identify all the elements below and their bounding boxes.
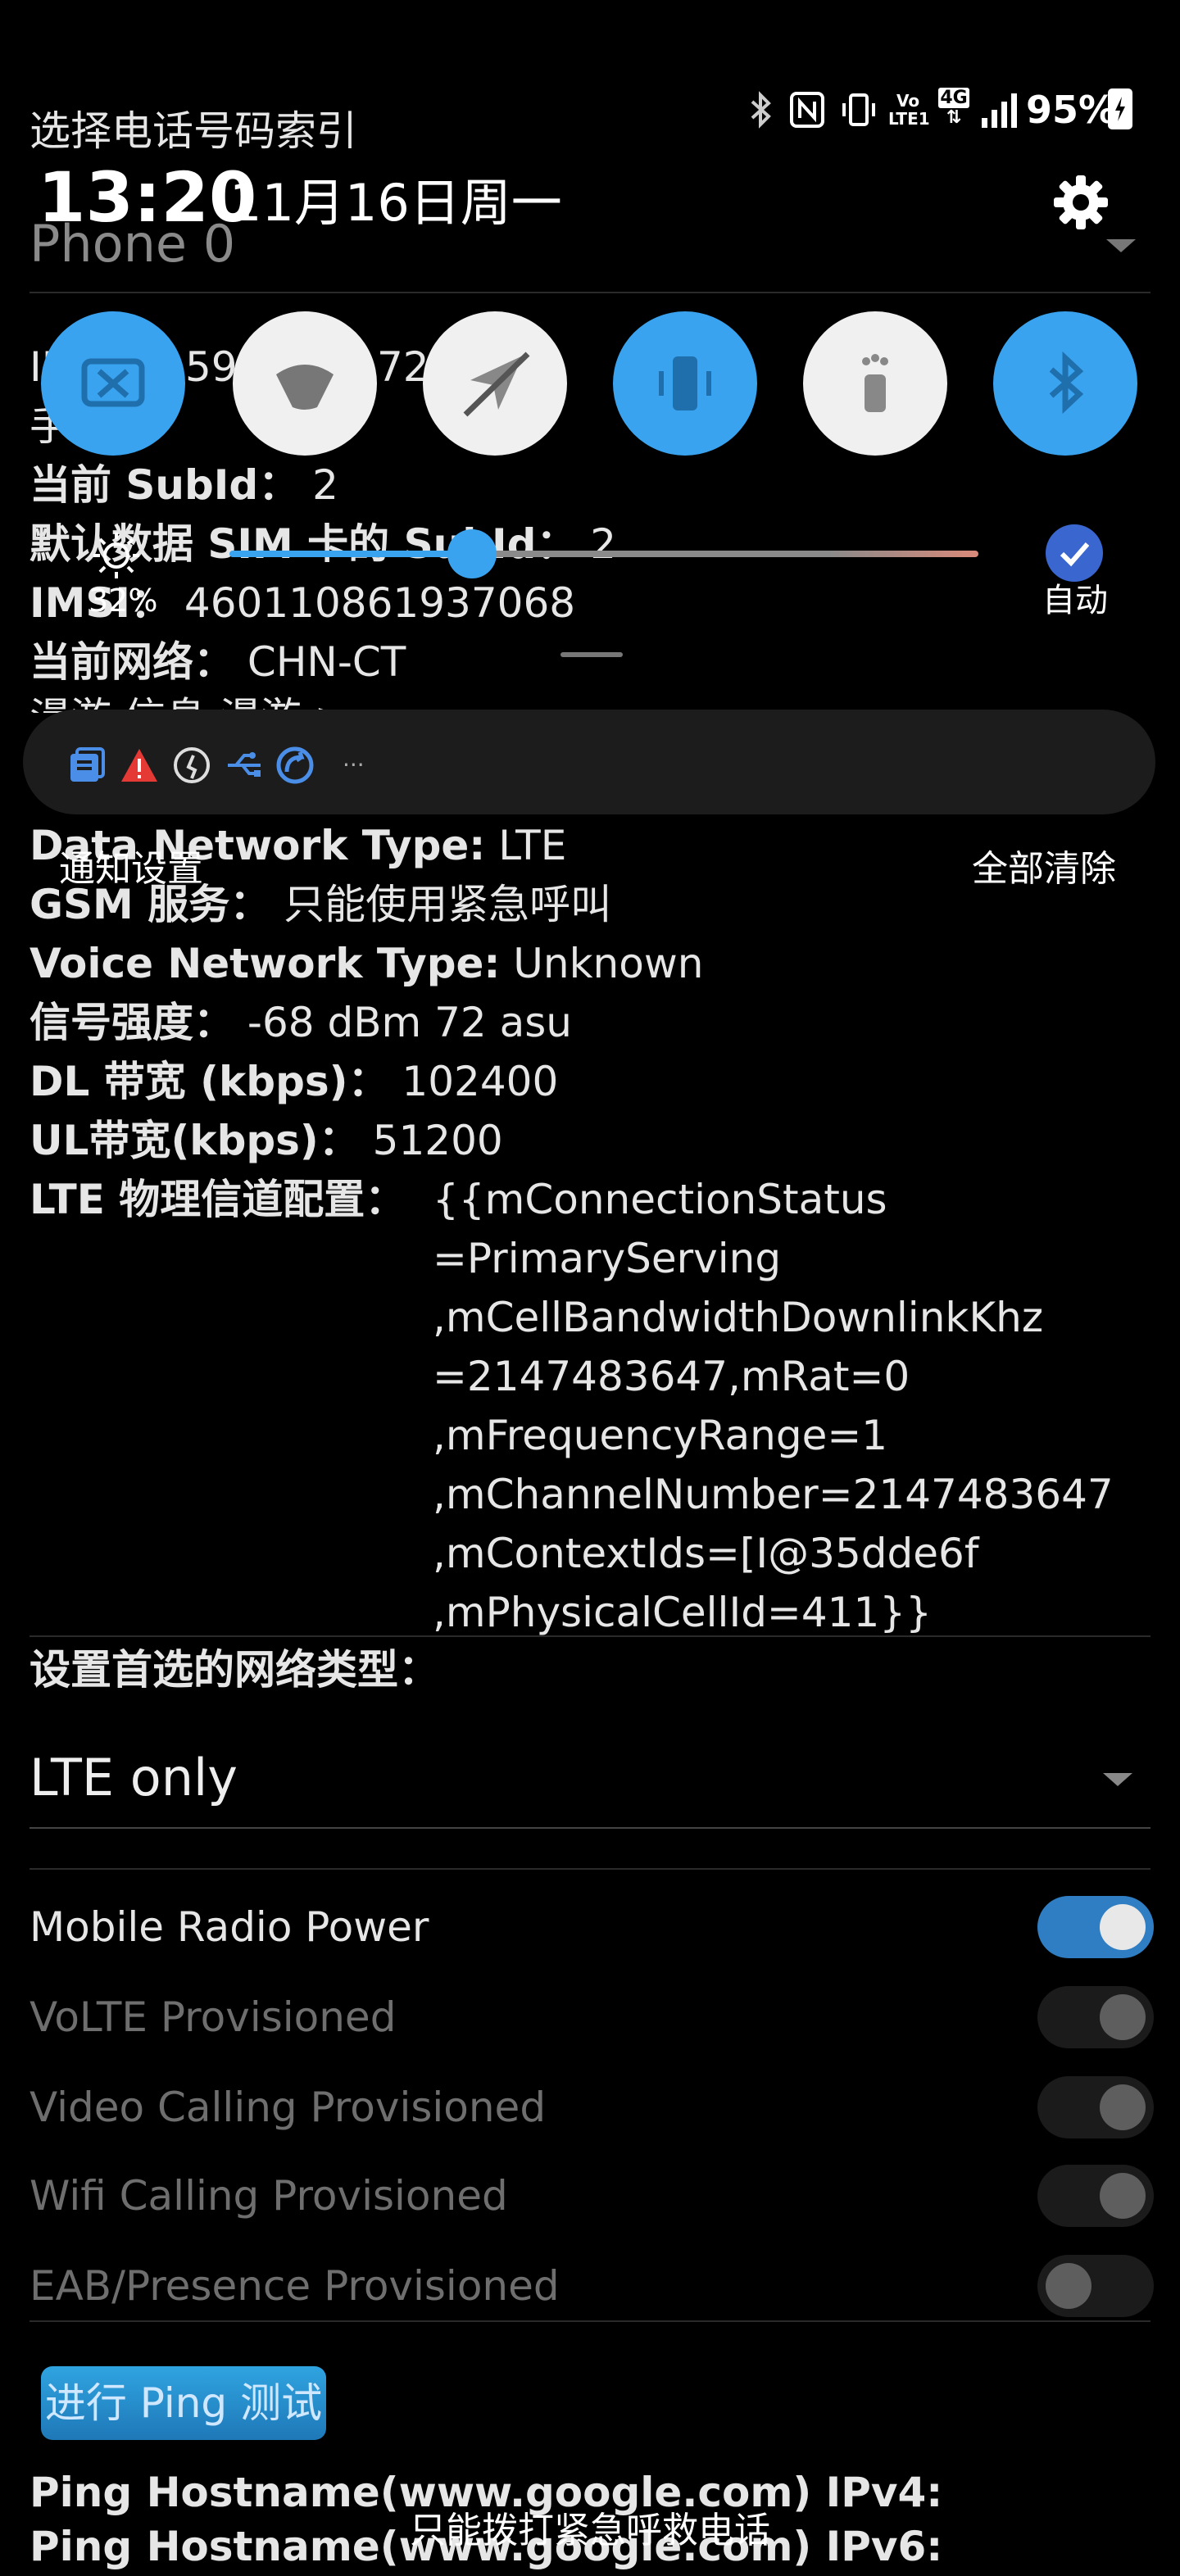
dl-bandwidth-row: DL 带宽 (kbps)： 102400 (30, 1052, 558, 1111)
signal-value: -68 dBm 72 asu (247, 999, 572, 1046)
bluetooth-icon (1049, 351, 1084, 415)
network-value: CHN-CT (247, 638, 406, 686)
auto-label: 自动 (1042, 582, 1108, 619)
chevron-down-icon[interactable] (1106, 239, 1136, 252)
lte-phys-line: ,mFrequencyRange=1 (433, 1412, 888, 1459)
4g-icon: 4G ⇅ (938, 88, 969, 128)
news-icon (67, 746, 107, 785)
brightness-icon (92, 531, 141, 580)
vibrate-status-icon (841, 90, 877, 129)
volte-provisioned-label: VoLTE Provisioned (30, 1993, 397, 2041)
wifi-calling-provisioned-switch[interactable] (1037, 2165, 1154, 2227)
chevron-down-icon[interactable] (1103, 1773, 1132, 1786)
network-type-label: 设置首选的网络类型： (30, 1646, 439, 1694)
volte-icon: Vo LTE1 (888, 91, 930, 129)
dnd-tile[interactable] (233, 311, 377, 456)
subid-label: 当前 SubId： (30, 461, 300, 509)
ul-bandwidth-label: UL带宽(kbps)： (30, 1117, 360, 1164)
dl-bandwidth-value: 102400 (402, 1058, 559, 1105)
panel-drag-handle[interactable] (560, 652, 623, 657)
lte-phys-line: =PrimaryServing (433, 1235, 782, 1282)
gsm-label: GSM 服务： (30, 881, 271, 928)
ping-test-button-label: 进行 Ping 测试 (44, 2379, 323, 2427)
battery-icon (1108, 88, 1132, 129)
activity-icon (172, 746, 211, 785)
auto-check-icon[interactable] (1046, 524, 1103, 582)
location-off-icon (463, 351, 530, 417)
lte-phys-line: ,mPhysicalCellId=411}} (433, 1589, 932, 1636)
ping-test-button[interactable]: 进行 Ping 测试 (41, 2366, 326, 2440)
eab-presence-provisioned-label: EAB/Presence Provisioned (30, 2262, 560, 2310)
dl-bandwidth-label: DL 带宽 (kbps)： (30, 1058, 389, 1105)
screencast-icon (81, 358, 145, 407)
ul-bandwidth-value: 51200 (372, 1117, 503, 1164)
mobile-radio-power-label: Mobile Radio Power (30, 1903, 429, 1951)
vibrate-icon (659, 356, 711, 410)
screencast-tile[interactable] (41, 311, 185, 456)
lte-phys-line: {{mConnectionStatus (433, 1176, 887, 1223)
subid-value: 2 (312, 461, 338, 509)
notification-more[interactable]: ··· (343, 749, 365, 782)
brightness-slider[interactable] (229, 551, 978, 557)
nfc-icon (790, 92, 824, 128)
bluetooth-icon (744, 90, 777, 129)
flashlight-icon (862, 354, 888, 412)
volte-provisioned-switch[interactable] (1037, 1986, 1154, 2048)
lte-phys-line: =2147483647,mRat=0 (433, 1353, 910, 1400)
dnd-icon (276, 365, 334, 410)
sync-icon (275, 746, 315, 785)
gsm-value: 只能使用紧急呼叫 (284, 881, 612, 928)
ul-bandwidth-row: UL带宽(kbps)： 51200 (30, 1111, 503, 1170)
clear-all-button[interactable]: 全部清除 (972, 844, 1116, 895)
flashlight-tile[interactable] (803, 311, 947, 456)
network-row: 当前网络： CHN-CT (30, 633, 406, 692)
lte-phys-config: {{mConnectionStatus =PrimaryServing ,mCe… (433, 1170, 1114, 1642)
signal-row: 信号强度： -68 dBm 72 asu (30, 993, 572, 1052)
wifi-calling-provisioned-label: Wifi Calling Provisioned (30, 2172, 508, 2220)
app-title: 选择电话号码索引 (30, 107, 357, 155)
clock: 13:20 (38, 157, 257, 238)
network-label: 当前网络： (30, 638, 234, 686)
gear-icon[interactable] (1051, 172, 1111, 233)
subid-row: 当前 SubId： 2 (30, 456, 338, 515)
network-type-spinner[interactable]: LTE only (30, 1744, 238, 1812)
gsm-row: GSM 服务： 只能使用紧急呼叫 (30, 875, 611, 934)
imsi-value: 460110861937068 (184, 579, 576, 627)
bluetooth-tile[interactable] (993, 311, 1137, 456)
lte-phys-line: ,mCellBandwidthDownlinkKhz (433, 1294, 1044, 1341)
brightness-slider-handle[interactable] (447, 529, 497, 578)
default-sim-value: 2 (590, 520, 617, 568)
signal-label: 信号强度： (30, 999, 234, 1046)
brightness-percent: 32% (88, 583, 158, 619)
warning-icon (120, 746, 159, 785)
location-tile[interactable] (423, 311, 567, 456)
date: 11月16日周一 (229, 173, 562, 233)
voice-network-value: Unknown (513, 940, 704, 987)
video-calling-provisioned-switch[interactable] (1037, 2076, 1154, 2138)
vibrate-tile[interactable] (613, 311, 757, 456)
voice-network-row: Voice Network Type: Unknown (30, 934, 703, 993)
lte-phys-label: LTE 物理信道配置： (30, 1176, 406, 1223)
lte-phys-line: ,mChannelNumber=2147483647 (433, 1471, 1114, 1518)
battery-percent: 95% (1026, 88, 1117, 132)
eab-presence-provisioned-switch[interactable] (1037, 2255, 1154, 2317)
lte-phys-line: ,mContextIds=[I@35dde6f (433, 1530, 979, 1577)
signal-icon (980, 90, 1021, 129)
video-calling-provisioned-label: Video Calling Provisioned (30, 2084, 547, 2131)
mobile-radio-power-switch[interactable] (1037, 1896, 1154, 1958)
data-network-value: LTE (498, 822, 567, 869)
voice-network-label: Voice Network Type: (30, 940, 501, 987)
usb-icon (225, 746, 264, 785)
emergency-only-label: 只能拨打紧急呼救电话 (410, 2510, 770, 2551)
